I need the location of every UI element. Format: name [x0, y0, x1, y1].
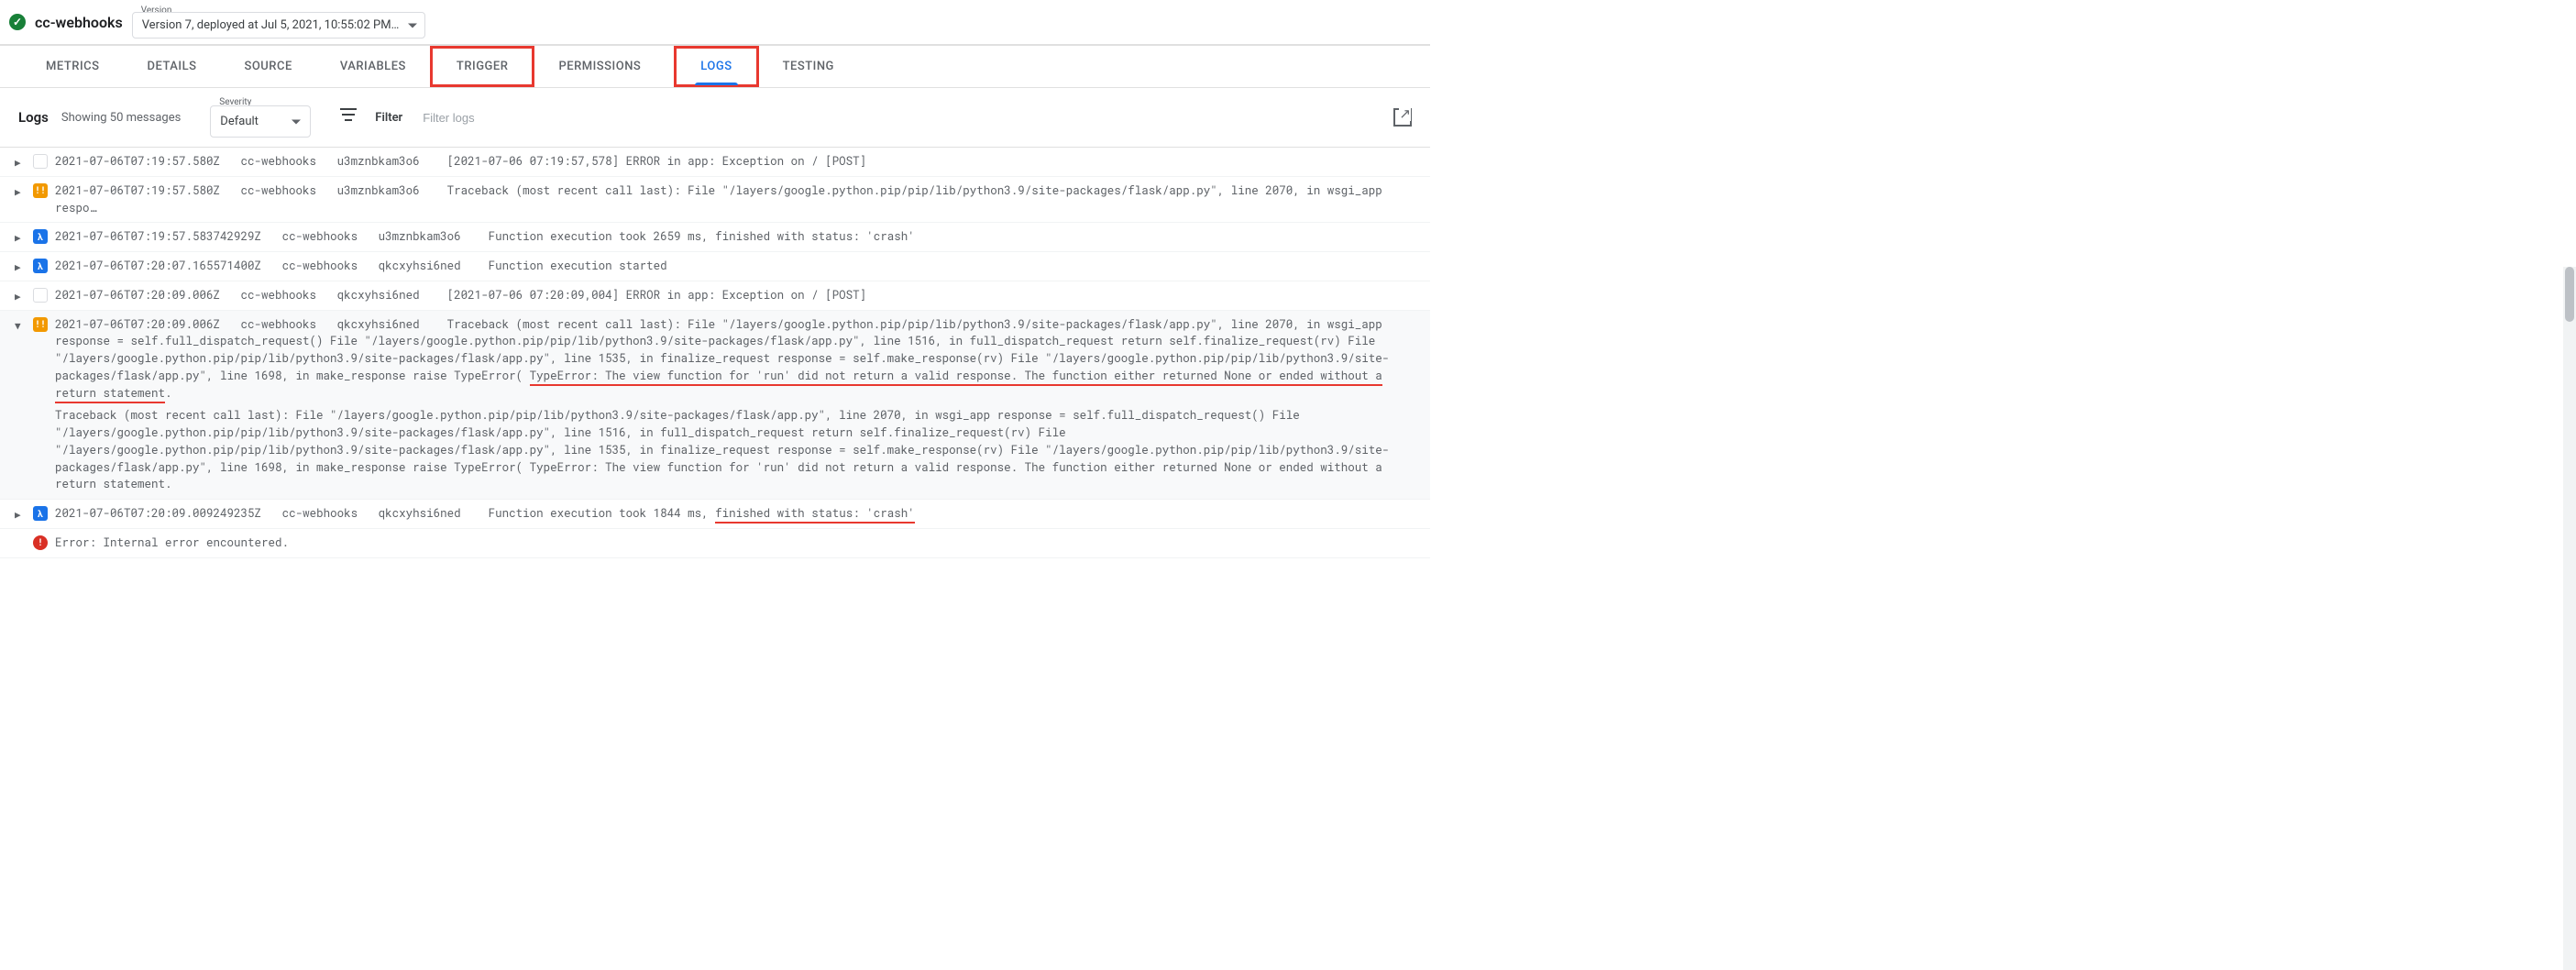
- logs-subtitle: Showing 50 messages: [61, 111, 181, 125]
- log-row-expanded[interactable]: ▼ !! 2021-07-06T07:20:09.006Z cc-webhook…: [0, 311, 1430, 501]
- version-group: Version Version 7, deployed at Jul 5, 20…: [132, 6, 426, 39]
- tab-variables[interactable]: VARIABLES: [316, 49, 430, 84]
- filter-input[interactable]: [415, 107, 1381, 128]
- version-select[interactable]: Version 7, deployed at Jul 5, 2021, 10:5…: [132, 12, 426, 39]
- expand-icon[interactable]: ▶: [15, 258, 26, 273]
- caret-down-icon: [292, 119, 301, 124]
- severity-error-icon: !!: [33, 183, 48, 198]
- log-text: 2021-07-06T07:20:07.165571400Z cc-webhoo…: [55, 258, 1415, 275]
- expand-icon[interactable]: ▶: [15, 505, 26, 521]
- severity-default-icon: [33, 288, 48, 303]
- log-text: 2021-07-06T07:20:09.009249235Z cc-webhoo…: [55, 505, 1415, 523]
- severity-select[interactable]: Default: [210, 105, 311, 138]
- tab-permissions[interactable]: PERMISSIONS: [534, 49, 665, 84]
- log-row-error[interactable]: ! Error: Internal error encountered.: [0, 529, 1430, 558]
- log-row[interactable]: ▶ λ 2021-07-06T07:19:57.583742929Z cc-we…: [0, 223, 1430, 252]
- scrollbar-thumb[interactable]: [2565, 267, 2574, 322]
- log-row[interactable]: ▶ 2021-07-06T07:20:09.006Z cc-webhooks q…: [0, 281, 1430, 311]
- status-check-icon: ✓: [9, 14, 26, 30]
- log-list: ▶ 2021-07-06T07:19:57.580Z cc-webhooks u…: [0, 148, 1430, 558]
- tab-testing[interactable]: TESTING: [759, 49, 858, 84]
- function-name: cc-webhooks: [35, 14, 123, 31]
- severity-default-icon: [33, 154, 48, 169]
- tab-source[interactable]: SOURCE: [220, 49, 315, 84]
- log-text: 2021-07-06T07:19:57.580Z cc-webhooks u3m…: [55, 182, 1415, 217]
- caret-down-icon: [408, 23, 417, 28]
- tabs-bar: METRICS DETAILS SOURCE VARIABLES TRIGGER…: [0, 45, 1430, 88]
- expand-icon[interactable]: ▶: [15, 228, 26, 244]
- log-row[interactable]: ▶ λ 2021-07-06T07:20:09.009249235Z cc-we…: [0, 500, 1430, 529]
- tab-trigger[interactable]: TRIGGER: [430, 46, 535, 87]
- log-row[interactable]: ▶ λ 2021-07-06T07:20:07.165571400Z cc-we…: [0, 252, 1430, 281]
- log-text: 2021-07-06T07:20:09.006Z cc-webhooks qkc…: [55, 316, 1415, 494]
- collapse-icon[interactable]: ▼: [15, 316, 26, 332]
- traceback-block: Traceback (most recent call last): File …: [55, 407, 1415, 493]
- open-external-icon[interactable]: [1393, 108, 1412, 127]
- log-text: 2021-07-06T07:20:09.006Z cc-webhooks qkc…: [55, 287, 1415, 304]
- severity-error-icon: !!: [33, 317, 48, 332]
- severity-debug-icon: λ: [33, 506, 48, 521]
- function-header: ✓ cc-webhooks Version Version 7, deploye…: [0, 0, 1430, 45]
- scrollbar[interactable]: [2563, 267, 2576, 970]
- logs-toolbar: Logs Showing 50 messages Severity Defaul…: [0, 88, 1430, 148]
- logs-title: Logs: [18, 109, 49, 126]
- severity-critical-icon: !: [33, 535, 48, 550]
- filter-icon: [340, 111, 357, 124]
- expand-icon[interactable]: ▶: [15, 287, 26, 303]
- log-text: 2021-07-06T07:19:57.583742929Z cc-webhoo…: [55, 228, 1415, 246]
- log-row[interactable]: ▶ 2021-07-06T07:19:57.580Z cc-webhooks u…: [0, 148, 1430, 177]
- tab-logs[interactable]: LOGS: [674, 46, 758, 87]
- severity-group: Severity Default: [210, 97, 311, 138]
- version-text: Version 7, deployed at Jul 5, 2021, 10:5…: [142, 18, 400, 32]
- log-text: 2021-07-06T07:19:57.580Z cc-webhooks u3m…: [55, 153, 1415, 171]
- log-row[interactable]: ▶ !! 2021-07-06T07:19:57.580Z cc-webhook…: [0, 177, 1430, 224]
- tab-details[interactable]: DETAILS: [123, 49, 220, 84]
- tab-metrics[interactable]: METRICS: [22, 49, 123, 84]
- filter-label: Filter: [375, 111, 402, 125]
- expand-icon[interactable]: ▶: [15, 182, 26, 198]
- severity-debug-icon: λ: [33, 259, 48, 273]
- expand-icon[interactable]: ▶: [15, 153, 26, 169]
- severity-debug-icon: λ: [33, 229, 48, 244]
- log-text: Error: Internal error encountered.: [55, 535, 1415, 552]
- severity-value: Default: [220, 115, 259, 128]
- expand-spacer: [15, 535, 26, 536]
